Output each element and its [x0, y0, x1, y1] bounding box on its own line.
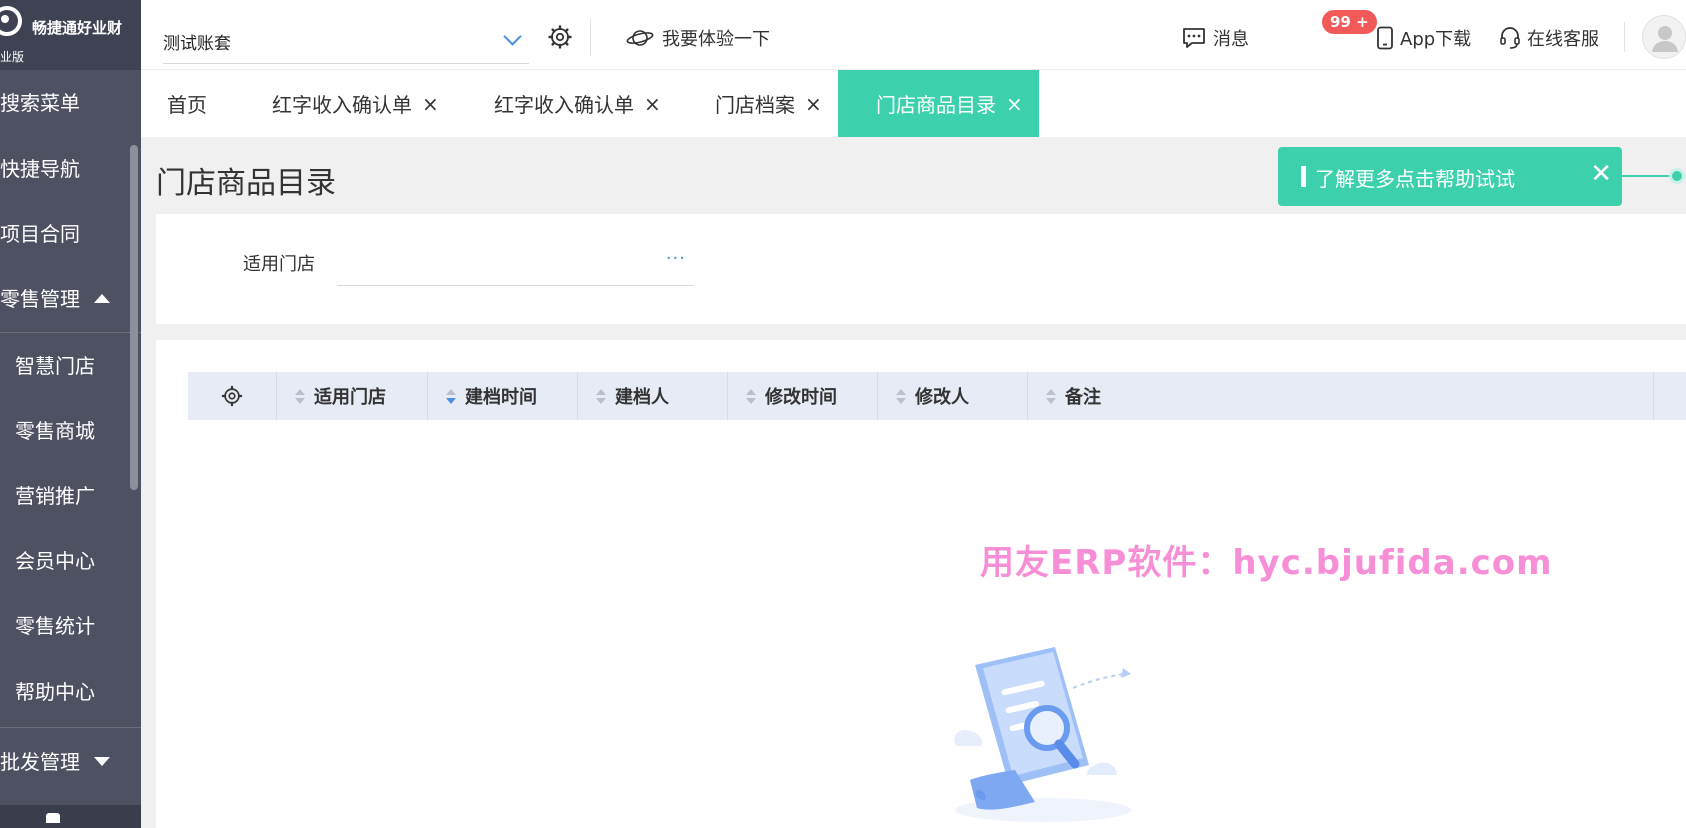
- column-header-creator[interactable]: 建档人: [578, 372, 728, 420]
- more-options-icon[interactable]: ···: [666, 248, 686, 269]
- brand-logo-area: 畅捷通好业财 业版: [0, 0, 141, 70]
- column-label: 备注: [1065, 387, 1101, 408]
- help-banner[interactable]: 了解更多点击帮助试试 ✕: [1278, 147, 1622, 206]
- column-label: 修改人: [915, 387, 969, 408]
- collapse-icon[interactable]: [46, 813, 60, 823]
- tab-red-income-confirmation[interactable]: 红字收入确认单 ×: [272, 70, 439, 137]
- sort-icon[interactable]: [896, 388, 906, 404]
- column-header-store[interactable]: 适用门店: [277, 372, 428, 420]
- sort-icon[interactable]: [1046, 388, 1056, 404]
- sidebar-divider: [0, 727, 141, 728]
- sidebar: 畅捷通好业财 业版 搜索菜单 快捷导航 项目合同 零售管理 智慧门店 零售商城 …: [0, 0, 141, 828]
- sidebar-item-smart-store[interactable]: 智慧门店: [15, 354, 95, 378]
- sidebar-item-wholesale[interactable]: 批发管理: [0, 750, 110, 774]
- sidebar-divider: [0, 332, 141, 333]
- try-it-button[interactable]: 我要体验一下: [626, 25, 770, 51]
- phone-icon: [1377, 26, 1393, 50]
- column-header-remarks[interactable]: 备注: [1028, 372, 1654, 420]
- grid-panel: 适用门店 建档时间 建档人 修改时间 修改人 备注: [156, 340, 1686, 828]
- tab-home[interactable]: 首页: [167, 70, 207, 137]
- sidebar-item-search-menu[interactable]: 搜索菜单: [0, 91, 80, 115]
- divider: [590, 18, 591, 56]
- user-avatar[interactable]: [1642, 15, 1686, 59]
- online-service-label: 在线客服: [1527, 29, 1599, 50]
- caret-up-icon: [94, 294, 110, 303]
- store-filter-input[interactable]: ···: [337, 242, 694, 286]
- empty-state-illustration: [954, 647, 1131, 822]
- try-it-label: 我要体验一下: [662, 29, 770, 50]
- sidebar-item-retail-management[interactable]: 零售管理: [0, 287, 110, 311]
- column-header-created-time[interactable]: 建档时间: [428, 372, 578, 420]
- sidebar-item-marketing[interactable]: 营销推广: [15, 484, 95, 508]
- sort-icon[interactable]: [746, 388, 756, 404]
- filter-panel: 适用门店 ···: [156, 214, 1686, 324]
- column-label: 建档人: [615, 387, 669, 408]
- sidebar-scrollbar[interactable]: [130, 145, 138, 490]
- tab-store-product-catalog[interactable]: 门店商品目录 ×: [838, 70, 1039, 137]
- help-anchor-dot[interactable]: [1669, 168, 1685, 184]
- divider: [1624, 22, 1625, 52]
- tab-label: 红字收入确认单: [494, 93, 634, 117]
- tab-store-archive[interactable]: 门店档案 ×: [715, 70, 822, 137]
- sort-icon[interactable]: [295, 388, 305, 404]
- messages-count-badge: 99 +: [1322, 10, 1377, 34]
- brand-name: 畅捷通好业财: [32, 19, 123, 37]
- column-label: 建档时间: [465, 387, 537, 408]
- sidebar-item-label: 零售管理: [0, 287, 80, 311]
- sidebar-item-member-center[interactable]: 会员中心: [15, 549, 95, 573]
- sort-icon[interactable]: [596, 388, 606, 404]
- top-bar: 测试账套 我要体验一下 消息 99 + App下载 在线客服: [141, 0, 1686, 70]
- sidebar-item-quick-nav[interactable]: 快捷导航: [0, 157, 80, 181]
- banner-accent-bar: [1301, 166, 1306, 187]
- account-selector[interactable]: 测试账套: [163, 20, 529, 64]
- close-icon[interactable]: ×: [644, 92, 661, 116]
- online-service-button[interactable]: 在线客服: [1499, 25, 1599, 51]
- column-header-modifier[interactable]: 修改人: [878, 372, 1028, 420]
- page-title: 门店商品目录: [156, 166, 336, 201]
- tab-bar: 首页 红字收入确认单 × 红字收入确认单 × 门店档案 × 门店商品目录 ×: [141, 70, 1686, 137]
- column-header-modified-time[interactable]: 修改时间: [728, 372, 878, 420]
- brand-logo-icon: [0, 6, 22, 36]
- caret-down-icon: [94, 757, 110, 766]
- app-download-label: App下载: [1400, 29, 1472, 50]
- sidebar-footer: [0, 805, 141, 828]
- settings-gear-icon: [221, 385, 243, 407]
- sidebar-item-label: 批发管理: [0, 750, 80, 774]
- close-icon[interactable]: ×: [1006, 92, 1023, 116]
- sort-icon[interactable]: [446, 388, 456, 404]
- close-icon[interactable]: ×: [422, 92, 439, 116]
- tab-red-income-confirmation-2[interactable]: 红字收入确认单 ×: [494, 70, 661, 137]
- tab-label: 首页: [167, 93, 207, 117]
- column-settings[interactable]: [188, 372, 277, 420]
- sidebar-item-retail-stats[interactable]: 零售统计: [15, 614, 95, 638]
- account-value: 测试账套: [163, 34, 231, 54]
- message-bubble-icon: [1183, 28, 1205, 48]
- sidebar-item-help-center[interactable]: 帮助中心: [15, 680, 95, 704]
- store-filter-label: 适用门店: [243, 254, 315, 275]
- messages-label: 消息: [1213, 29, 1249, 50]
- headset-icon: [1500, 27, 1520, 49]
- messages-button[interactable]: 消息: [1181, 25, 1249, 51]
- tab-label: 门店档案: [715, 93, 795, 117]
- column-label: 适用门店: [314, 387, 386, 408]
- settings-gear-icon[interactable]: [548, 25, 572, 49]
- app-download-button[interactable]: App下载: [1376, 25, 1471, 51]
- user-icon: [1652, 26, 1678, 52]
- sidebar-item-project-contract[interactable]: 项目合同: [0, 222, 80, 246]
- sidebar-item-retail-mall[interactable]: 零售商城: [15, 419, 95, 443]
- chevron-down-icon: [503, 27, 522, 46]
- help-banner-text: 了解更多点击帮助试试: [1315, 167, 1515, 191]
- planet-icon: [626, 30, 654, 46]
- watermark-text: 用友ERP软件：hyc.bjufida.com: [980, 543, 1553, 583]
- tab-label: 门店商品目录: [876, 93, 996, 117]
- column-label: 修改时间: [765, 387, 837, 408]
- brand-edition: 业版: [0, 50, 25, 64]
- close-icon[interactable]: ×: [805, 92, 822, 116]
- tab-label: 红字收入确认单: [272, 93, 412, 117]
- close-icon[interactable]: ✕: [1590, 159, 1612, 189]
- table-header: 适用门店 建档时间 建档人 修改时间 修改人 备注: [188, 372, 1686, 420]
